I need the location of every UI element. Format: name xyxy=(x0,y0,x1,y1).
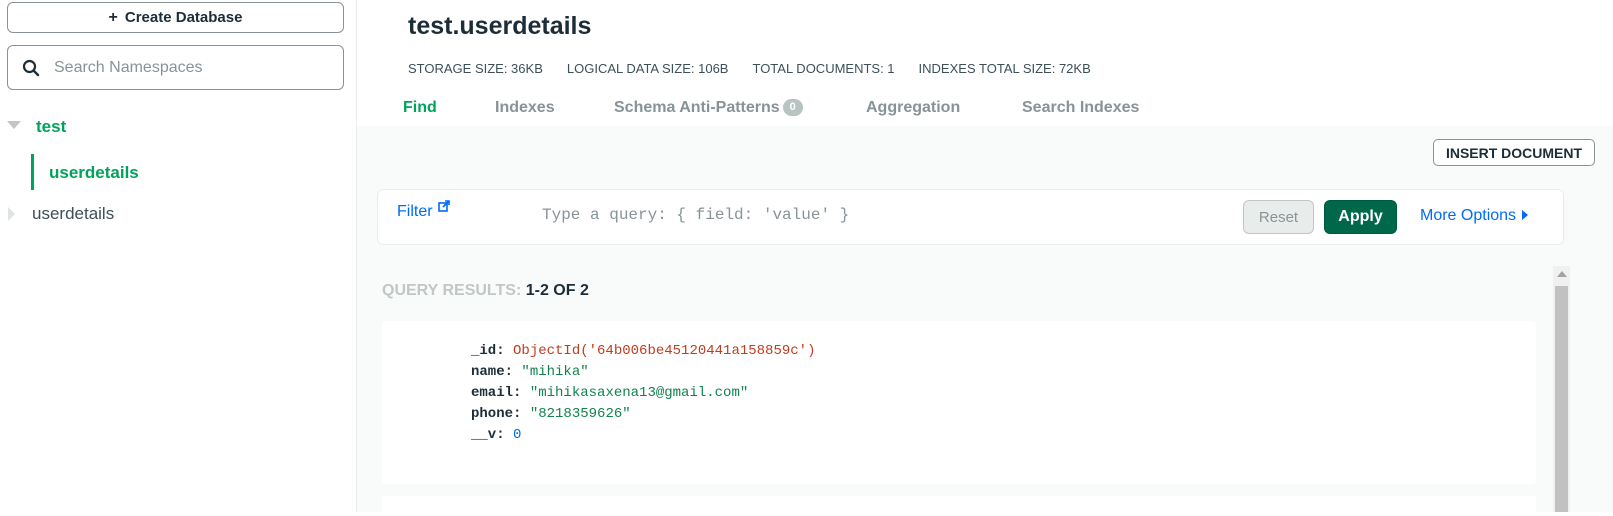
db-name-label: test xyxy=(36,117,67,136)
namespace-title: test.userdetails xyxy=(408,12,592,40)
document-field-email: email: "mihikasaxena13@gmail.com" xyxy=(471,383,815,404)
sidebar-item-db-userdetails[interactable]: userdetails xyxy=(0,200,357,230)
field-key: phone: xyxy=(471,406,522,422)
sidebar-item-db-test[interactable]: test xyxy=(0,112,357,142)
field-value: "8218359626" xyxy=(529,406,631,422)
field-key: __v: xyxy=(471,427,505,443)
collection-header: test.userdetails STORAGE SIZE: 36KB LOGI… xyxy=(357,0,1613,126)
query-filter-input[interactable] xyxy=(540,205,1224,225)
logical-size-stat: LOGICAL DATA SIZE: 106B xyxy=(566,61,729,76)
tab-aggregation[interactable]: Aggregation xyxy=(866,99,960,117)
field-key: email: xyxy=(471,385,522,401)
caret-right-icon xyxy=(1522,210,1529,220)
field-value: 0 xyxy=(513,427,522,443)
field-value: ObjectId('64b006be45120441a158859c') xyxy=(513,343,816,359)
external-link-icon xyxy=(438,200,450,212)
field-value: "mihikasaxena13@gmail.com" xyxy=(529,385,749,401)
field-key: _id: xyxy=(471,343,505,359)
results-scrollbar[interactable] xyxy=(1553,266,1570,512)
search-icon xyxy=(22,59,40,76)
storage-size-stat: STORAGE SIZE: 36KB xyxy=(408,61,543,76)
more-options-button[interactable]: More Options xyxy=(1420,207,1529,225)
query-bar: Filter Reset Apply More Options xyxy=(377,189,1564,245)
count-badge: 0 xyxy=(782,99,803,117)
scroll-up-icon[interactable] xyxy=(1557,271,1567,277)
apply-button[interactable]: Apply xyxy=(1324,200,1397,234)
tab-schema-anti-patterns[interactable]: Schema Anti-Patterns 0 xyxy=(614,99,803,117)
create-database-button[interactable]: + Create Database xyxy=(7,2,344,33)
sidebar-item-collection-userdetails[interactable]: userdetails xyxy=(31,154,334,190)
caret-right-icon[interactable] xyxy=(8,207,15,221)
document-card[interactable] xyxy=(382,496,1536,516)
tab-find[interactable]: Find xyxy=(403,99,437,117)
document-card[interactable]: _id: ObjectId('64b006be45120441a158859c'… xyxy=(382,321,1536,484)
query-results-count: QUERY RESULTS: 1-2 OF 2 xyxy=(382,282,589,300)
create-database-label: Create Database xyxy=(124,9,243,26)
filter-link[interactable]: Filter xyxy=(397,200,450,221)
reset-button[interactable]: Reset xyxy=(1243,200,1314,234)
plus-icon: + xyxy=(108,8,118,26)
caret-down-icon[interactable] xyxy=(7,121,21,129)
document-field-name: name: "mihika" xyxy=(471,362,815,383)
document-field-phone: phone: "8218359626" xyxy=(471,404,815,425)
search-namespaces-box[interactable] xyxy=(7,45,344,90)
collection-name-label: userdetails xyxy=(49,163,139,182)
document-field-id: _id: ObjectId('64b006be45120441a158859c'… xyxy=(471,341,815,362)
total-documents-stat: TOTAL DOCUMENTS: 1 xyxy=(752,61,895,76)
insert-document-button[interactable]: INSERT DOCUMENT xyxy=(1433,139,1595,166)
filter-label: Filter xyxy=(397,203,433,220)
field-value: "mihika" xyxy=(521,364,589,380)
tab-label: Schema Anti-Patterns xyxy=(614,99,780,116)
document-field-v: __v: 0 xyxy=(471,425,815,446)
collection-tabs: Find Indexes Schema Anti-Patterns 0 Aggre… xyxy=(357,96,1613,126)
scroll-thumb[interactable] xyxy=(1555,286,1568,512)
document-fields: _id: ObjectId('64b006be45120441a158859c'… xyxy=(471,341,815,446)
tab-indexes[interactable]: Indexes xyxy=(495,99,555,117)
db-name-label: userdetails xyxy=(32,204,115,223)
main-panel: test.userdetails STORAGE SIZE: 36KB LOGI… xyxy=(357,0,1613,516)
sidebar: + Create Database test userdetails userd… xyxy=(0,0,357,512)
results-range: 1-2 OF 2 xyxy=(525,282,589,299)
collection-stats: STORAGE SIZE: 36KB LOGICAL DATA SIZE: 10… xyxy=(408,61,1115,76)
tab-search-indexes[interactable]: Search Indexes xyxy=(1022,99,1139,117)
field-key: name: xyxy=(471,364,514,380)
documents-content: INSERT DOCUMENT Filter Reset Apply More … xyxy=(357,126,1613,516)
more-options-label: More Options xyxy=(1420,207,1517,224)
results-label: QUERY RESULTS: xyxy=(382,282,522,299)
indexes-size-stat: INDEXES TOTAL SIZE: 72KB xyxy=(918,61,1091,76)
search-namespaces-input[interactable] xyxy=(52,57,336,78)
